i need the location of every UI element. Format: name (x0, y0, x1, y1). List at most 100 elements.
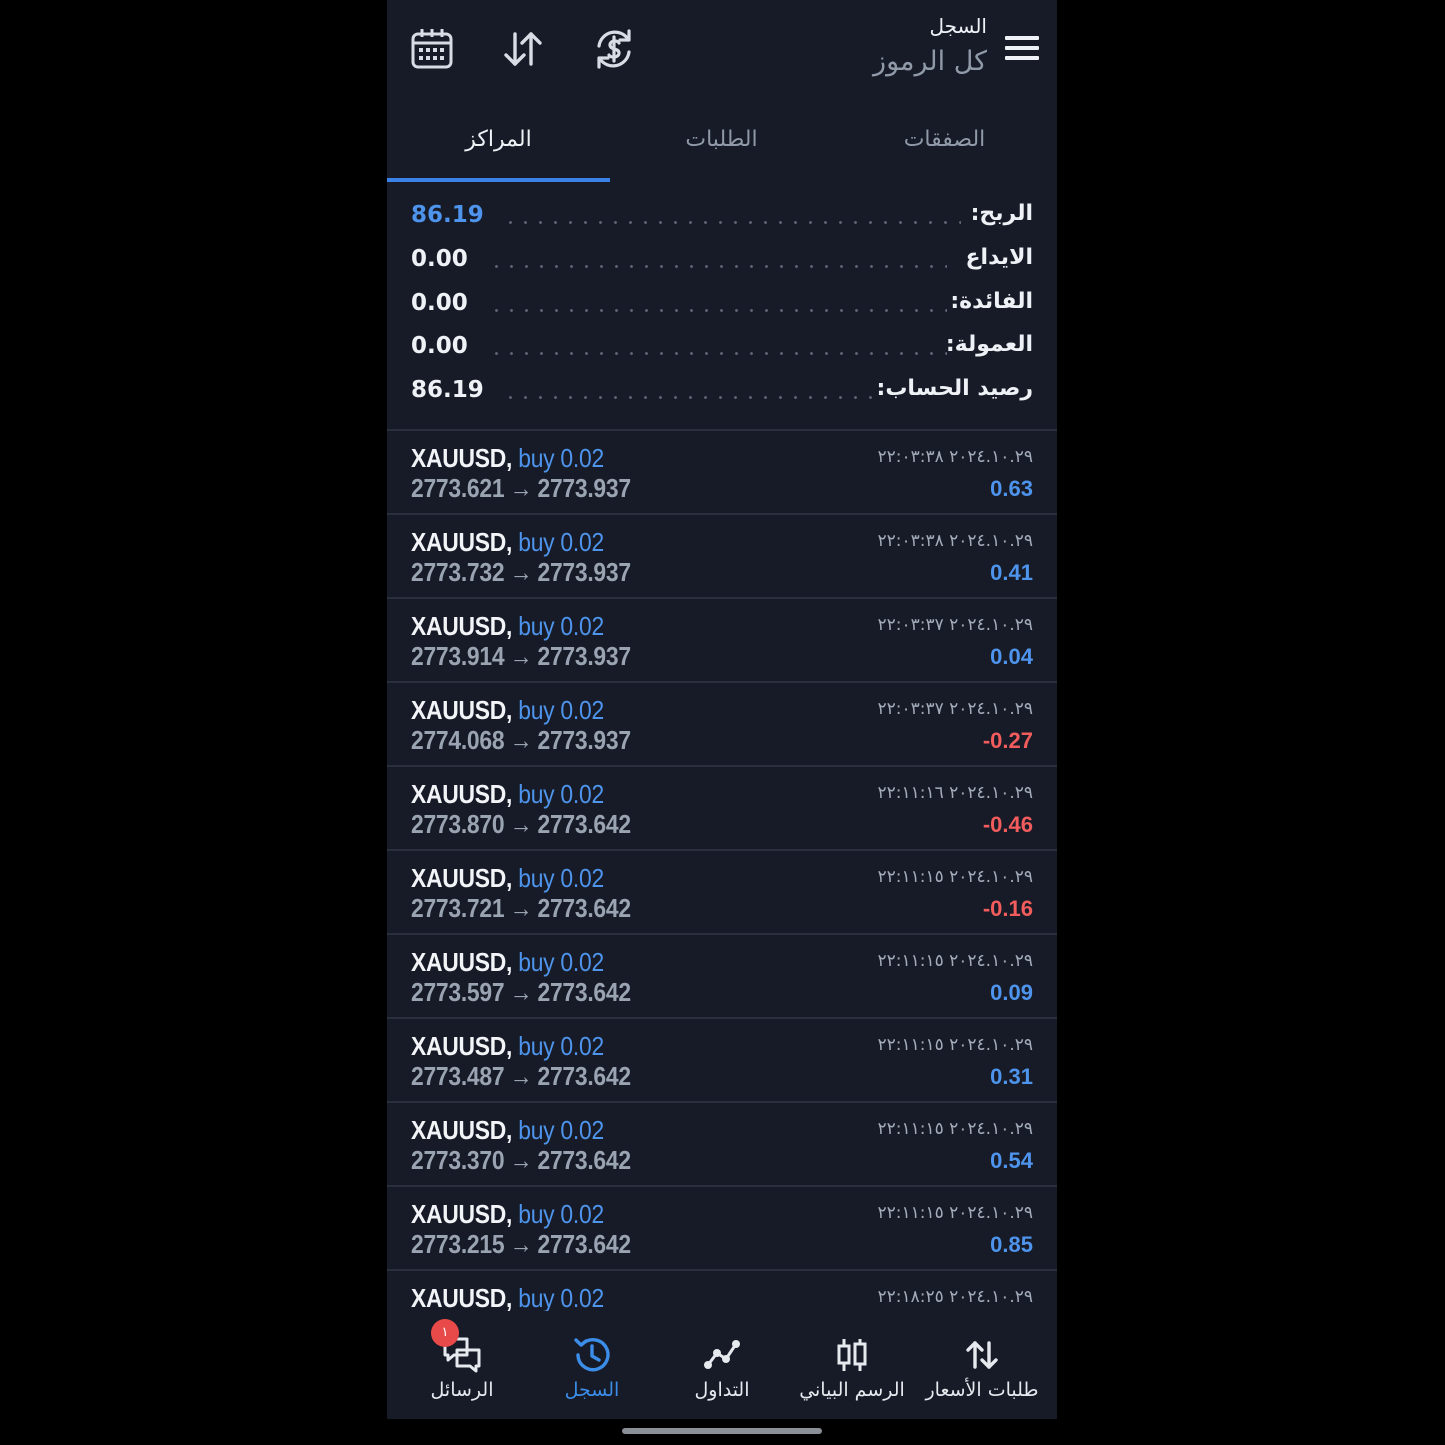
nav-chart[interactable]: الرسم البياني (785, 1311, 919, 1411)
sort-icon[interactable] (500, 26, 546, 72)
current-price: 2773.937 (537, 641, 632, 671)
position-profit: 0.54 (990, 1148, 1033, 1173)
tab-bar: المراكز الطلبات الصفقات (387, 112, 1057, 182)
nav-label: التداول (694, 1379, 750, 1401)
position-prices: 2773.370 → 2773.642 (411, 1145, 631, 1176)
symbol-name: XAUUSD, (411, 443, 513, 473)
active-tab-indicator (387, 178, 610, 182)
position-row[interactable]: XAUUSD, buy 0.02 2773.597 → 2773.642 ٢٠٢٤.١٠… (387, 935, 1057, 1019)
tab-positions[interactable]: المراكز (387, 112, 610, 182)
summary-label: الربح: (970, 201, 1033, 226)
position-time: ٢٠٢٤.١٠.٢٩ ٢٢:٠٣:٣٨ (877, 531, 1033, 551)
position-row[interactable]: XAUUSD, buy 0.02 2773.621 → 2773.937 ٢٠٢٤.١٠… (387, 431, 1057, 515)
arrow-right-icon: → (509, 1229, 533, 1259)
home-indicator[interactable] (622, 1428, 822, 1434)
position-profit: 0.85 (990, 1232, 1033, 1257)
position-profit: -0.46 (982, 812, 1033, 837)
summary-value: 0.00 (411, 246, 468, 272)
symbol-name: XAUUSD, (411, 1199, 513, 1229)
position-profit: 0.63 (990, 476, 1033, 501)
position-profit: -0.27 (982, 728, 1033, 753)
arrow-right-icon: → (509, 893, 533, 923)
position-prices: 2773.487 → 2773.642 (411, 1061, 631, 1092)
open-price: 2774.068 (411, 725, 505, 755)
position-row[interactable]: XAUUSD, buy 0.02 2773.215 → 2773.642 ٢٠٢٤.١٠… (387, 1187, 1057, 1271)
trade-side-volume: buy 0.02 (518, 1199, 604, 1229)
position-row[interactable]: XAUUSD, buy 0.02 ٢٠٢٤.١٠.٢٩ ٢٢:١٨:٢٥ (387, 1271, 1057, 1311)
open-price: 2773.870 (411, 809, 505, 839)
tab-deals[interactable]: الصفقات (833, 112, 1056, 182)
symbol-name: XAUUSD, (411, 863, 513, 893)
home-indicator-area (387, 1419, 1057, 1445)
position-symbol: XAUUSD, buy 0.02 (411, 863, 604, 894)
calendar-icon[interactable] (409, 26, 455, 72)
dot-leader (503, 221, 961, 224)
unread-badge: ١ (431, 1319, 459, 1347)
position-row[interactable]: XAUUSD, buy 0.02 2774.068 → 2773.937 ٢٠٢٤.١٠… (387, 683, 1057, 767)
up-down-arrows-icon (962, 1335, 1002, 1375)
position-time: ٢٠٢٤.١٠.٢٩ ٢٢:١١:١٥ (877, 1035, 1033, 1055)
summary-value: 0.00 (411, 333, 468, 359)
nav-trade[interactable]: التداول (655, 1311, 789, 1411)
summary-label: الايداع (965, 245, 1033, 270)
arrow-right-icon: → (509, 725, 533, 755)
position-row[interactable]: XAUUSD, buy 0.02 2773.721 → 2773.642 ٢٠٢٤.١٠… (387, 851, 1057, 935)
summary-row-interest: 0.00 الفائدة: (387, 283, 1057, 327)
position-prices: 2773.721 → 2773.642 (411, 893, 631, 924)
positions-list[interactable]: XAUUSD, buy 0.02 2773.621 → 2773.937 ٢٠٢٤.١٠… (387, 431, 1057, 1311)
position-symbol: XAUUSD, buy 0.02 (411, 1115, 604, 1146)
trade-side-volume: buy 0.02 (518, 1031, 604, 1061)
position-time: ٢٠٢٤.١٠.٢٩ ٢٢:١٨:٢٥ (877, 1287, 1033, 1307)
open-price: 2773.721 (411, 893, 505, 923)
position-time: ٢٠٢٤.١٠.٢٩ ٢٢:١١:١٦ (877, 783, 1033, 803)
symbol-name: XAUUSD, (411, 947, 513, 977)
arrow-right-icon: → (509, 641, 533, 671)
trade-side-volume: buy 0.02 (518, 1283, 604, 1311)
nav-history[interactable]: السجل (525, 1311, 659, 1411)
position-prices: 2773.732 → 2773.937 (411, 557, 631, 588)
current-price: 2773.937 (537, 473, 632, 503)
trade-side-volume: buy 0.02 (518, 779, 604, 809)
symbol-name: XAUUSD, (411, 1115, 513, 1145)
position-time: ٢٠٢٤.١٠.٢٩ ٢٢:١١:١٥ (877, 951, 1033, 971)
open-price: 2773.370 (411, 1145, 505, 1175)
trade-side-volume: buy 0.02 (518, 443, 604, 473)
nav-label: طلبات الأسعار (925, 1379, 1039, 1401)
position-row[interactable]: XAUUSD, buy 0.02 2773.870 → 2773.642 ٢٠٢٤.١٠… (387, 767, 1057, 851)
position-time: ٢٠٢٤.١٠.٢٩ ٢٢:٠٣:٣٨ (877, 447, 1033, 467)
position-row[interactable]: XAUUSD, buy 0.02 2773.370 → 2773.642 ٢٠٢٤.١٠… (387, 1103, 1057, 1187)
open-price: 2773.215 (411, 1229, 505, 1259)
nav-label: الرسائل (430, 1379, 494, 1401)
position-row[interactable]: XAUUSD, buy 0.02 2773.487 → 2773.642 ٢٠٢٤.١٠… (387, 1019, 1057, 1103)
tab-orders[interactable]: الطلبات (610, 112, 833, 182)
position-symbol: XAUUSD, buy 0.02 (411, 527, 604, 558)
summary-label: العمولة: (945, 332, 1033, 357)
position-prices: 2773.621 → 2773.937 (411, 473, 631, 504)
position-time: ٢٠٢٤.١٠.٢٩ ٢٢:١١:١٥ (877, 1119, 1033, 1139)
nav-quotes[interactable]: طلبات الأسعار (915, 1311, 1049, 1411)
dot-leader (489, 352, 947, 355)
symbol-filter[interactable]: كل الرموز (873, 46, 987, 77)
position-profit: 0.41 (990, 560, 1033, 585)
position-prices: 2773.914 → 2773.937 (411, 641, 631, 672)
position-time: ٢٠٢٤.١٠.٢٩ ٢٢:٠٣:٣٧ (877, 699, 1033, 719)
summary-row-commission: 0.00 العمولة: (387, 326, 1057, 370)
dot-leader (503, 396, 881, 399)
summary-row-deposit: 0.00 الايداع (387, 239, 1057, 283)
position-symbol: XAUUSD, buy 0.02 (411, 947, 604, 978)
summary-value: 0.00 (411, 290, 468, 316)
arrow-right-icon: → (509, 977, 533, 1007)
arrow-right-icon: → (509, 557, 533, 587)
summary-label: رصيد الحساب: (876, 376, 1033, 401)
currency-refresh-icon[interactable] (591, 26, 637, 72)
trade-side-volume: buy 0.02 (518, 1115, 604, 1145)
position-profit: 0.31 (990, 1064, 1033, 1089)
nav-messages[interactable]: ١ الرسائل (395, 1311, 529, 1411)
position-profit: 0.09 (990, 980, 1033, 1005)
position-row[interactable]: XAUUSD, buy 0.02 2773.732 → 2773.937 ٢٠٢٤.١٠… (387, 515, 1057, 599)
current-price: 2773.642 (537, 893, 632, 923)
page-title: السجل (929, 14, 987, 38)
position-symbol: XAUUSD, buy 0.02 (411, 443, 604, 474)
menu-icon[interactable] (1005, 33, 1039, 63)
position-row[interactable]: XAUUSD, buy 0.02 2773.914 → 2773.937 ٢٠٢٤.١٠… (387, 599, 1057, 683)
